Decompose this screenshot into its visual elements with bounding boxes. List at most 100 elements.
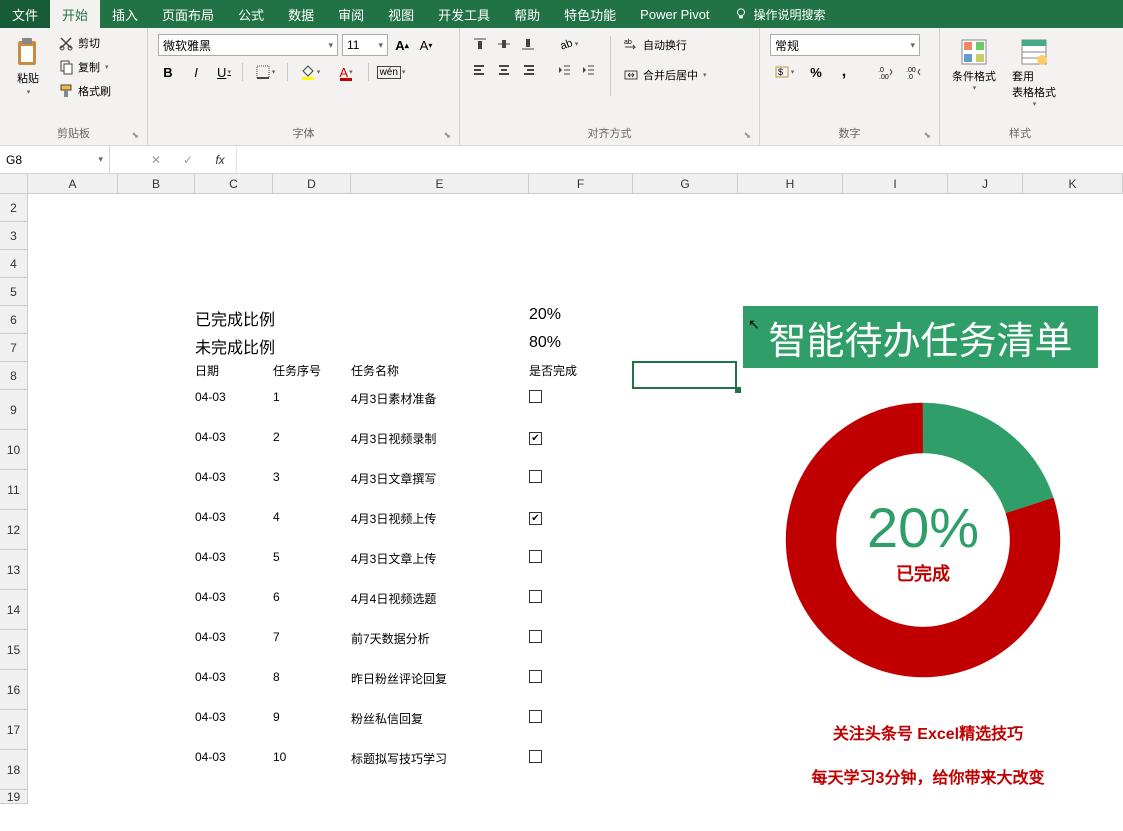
tell-me-search[interactable]: 操作说明搜索: [722, 0, 838, 28]
menu-文件[interactable]: 文件: [0, 0, 50, 28]
paste-button[interactable]: 粘贴 ▾: [6, 32, 50, 100]
cancel-formula-icon[interactable]: ✕: [140, 146, 172, 173]
menu-特色功能[interactable]: 特色功能: [552, 0, 628, 28]
align-launcher-icon[interactable]: ⬊: [743, 130, 751, 141]
col-header-E[interactable]: E: [351, 174, 529, 194]
task-date: 04-03: [195, 390, 273, 430]
decrease-decimal-icon[interactable]: .00.0: [904, 62, 924, 82]
align-center-icon[interactable]: [494, 60, 514, 80]
row-header-6[interactable]: 6: [0, 306, 28, 334]
task-name: 粉丝私信回复: [351, 710, 529, 750]
percent-format-icon[interactable]: %: [806, 62, 826, 82]
border-icon[interactable]: ▾: [251, 62, 279, 82]
row-header-15[interactable]: 15: [0, 630, 28, 670]
row-header-5[interactable]: 5: [0, 278, 28, 306]
align-top-icon[interactable]: [470, 34, 490, 54]
row-header-3[interactable]: 3: [0, 222, 28, 250]
col-header-K[interactable]: K: [1023, 174, 1123, 194]
row-header-7[interactable]: 7: [0, 334, 28, 362]
number-format-combo[interactable]: 常规▾: [770, 34, 920, 56]
task-checkbox[interactable]: [529, 750, 633, 790]
task-checkbox[interactable]: [529, 670, 633, 710]
cut-button[interactable]: 剪切: [56, 34, 113, 52]
comma-format-icon[interactable]: ,: [834, 62, 854, 82]
format-painter-button[interactable]: 格式刷: [56, 82, 113, 100]
row-header-10[interactable]: 10: [0, 430, 28, 470]
copy-button[interactable]: 复制▾: [56, 58, 113, 76]
menu-公式[interactable]: 公式: [226, 0, 276, 28]
fill-color-icon[interactable]: ▾: [296, 62, 324, 82]
menu-开始[interactable]: 开始: [50, 0, 100, 28]
font-size-combo[interactable]: 11▾: [342, 34, 388, 56]
col-header-H[interactable]: H: [738, 174, 843, 194]
increase-indent-icon[interactable]: [578, 60, 598, 80]
menu-视图[interactable]: 视图: [376, 0, 426, 28]
col-header-B[interactable]: B: [118, 174, 195, 194]
font-name-combo[interactable]: 微软雅黑▾: [158, 34, 338, 56]
row-header-2[interactable]: 2: [0, 194, 28, 222]
task-checkbox[interactable]: [529, 390, 633, 430]
accounting-format-icon[interactable]: $▾: [770, 62, 798, 82]
row-header-11[interactable]: 11: [0, 470, 28, 510]
italic-icon[interactable]: I: [186, 62, 206, 82]
row-header-9[interactable]: 9: [0, 390, 28, 430]
increase-font-icon[interactable]: A▴: [392, 35, 412, 55]
task-checkbox[interactable]: ✔: [529, 510, 633, 550]
col-header-J[interactable]: J: [948, 174, 1023, 194]
row-header-12[interactable]: 12: [0, 510, 28, 550]
orientation-icon[interactable]: ab▾: [554, 34, 582, 54]
conditional-format-button[interactable]: 条件格式▾: [946, 32, 1002, 96]
clipboard-launcher-icon[interactable]: ⬊: [131, 130, 139, 141]
menu-帮助[interactable]: 帮助: [502, 0, 552, 28]
align-right-icon[interactable]: [518, 60, 538, 80]
task-list-title: 智能待办任务清单: [743, 306, 1098, 368]
fx-icon[interactable]: fx: [204, 146, 236, 173]
menu-Power Pivot[interactable]: Power Pivot: [628, 0, 721, 28]
select-all-corner[interactable]: [0, 174, 28, 194]
increase-decimal-icon[interactable]: .0.00: [876, 62, 896, 82]
font-color-icon[interactable]: A▾: [332, 62, 360, 82]
decrease-indent-icon[interactable]: [554, 60, 574, 80]
task-checkbox[interactable]: [529, 470, 633, 510]
col-header-C[interactable]: C: [195, 174, 273, 194]
underline-icon[interactable]: U▾: [214, 62, 234, 82]
row-header-14[interactable]: 14: [0, 590, 28, 630]
menu-开发工具[interactable]: 开发工具: [426, 0, 502, 28]
name-box[interactable]: G8▾: [0, 146, 110, 173]
accept-formula-icon[interactable]: ✓: [172, 146, 204, 173]
decrease-font-icon[interactable]: A▾: [416, 35, 436, 55]
task-checkbox[interactable]: ✔: [529, 430, 633, 470]
menu-插入[interactable]: 插入: [100, 0, 150, 28]
font-launcher-icon[interactable]: ⬊: [443, 130, 451, 141]
row-header-16[interactable]: 16: [0, 670, 28, 710]
phonetic-icon[interactable]: wén▾: [377, 62, 405, 82]
row-header-13[interactable]: 13: [0, 550, 28, 590]
menu-审阅[interactable]: 审阅: [326, 0, 376, 28]
task-checkbox[interactable]: [529, 550, 633, 590]
number-launcher-icon[interactable]: ⬊: [923, 130, 931, 141]
task-checkbox[interactable]: [529, 630, 633, 670]
col-header-I[interactable]: I: [843, 174, 948, 194]
align-middle-icon[interactable]: [494, 34, 514, 54]
task-checkbox[interactable]: [529, 590, 633, 630]
row-header-8[interactable]: 8: [0, 362, 28, 390]
col-header-G[interactable]: G: [633, 174, 738, 194]
task-checkbox[interactable]: [529, 710, 633, 750]
wrap-text-button[interactable]: ab自动换行: [621, 36, 709, 54]
menu-页面布局[interactable]: 页面布局: [150, 0, 226, 28]
col-header-F[interactable]: F: [529, 174, 633, 194]
bold-icon[interactable]: B: [158, 62, 178, 82]
table-format-button[interactable]: 套用 表格格式▾: [1006, 32, 1062, 112]
spreadsheet-grid[interactable]: ABCDEFGHIJK 2345678910111213141516171819…: [0, 174, 1123, 830]
row-header-4[interactable]: 4: [0, 250, 28, 278]
col-header-D[interactable]: D: [273, 174, 351, 194]
row-header-18[interactable]: 18: [0, 750, 28, 790]
cursor-icon: ↖: [748, 316, 760, 333]
merge-center-button[interactable]: 合并后居中▾: [621, 66, 709, 84]
menu-数据[interactable]: 数据: [276, 0, 326, 28]
col-header-A[interactable]: A: [28, 174, 118, 194]
align-bottom-icon[interactable]: [518, 34, 538, 54]
align-left-icon[interactable]: [470, 60, 490, 80]
row-header-17[interactable]: 17: [0, 710, 28, 750]
row-header-19[interactable]: 19: [0, 790, 28, 804]
